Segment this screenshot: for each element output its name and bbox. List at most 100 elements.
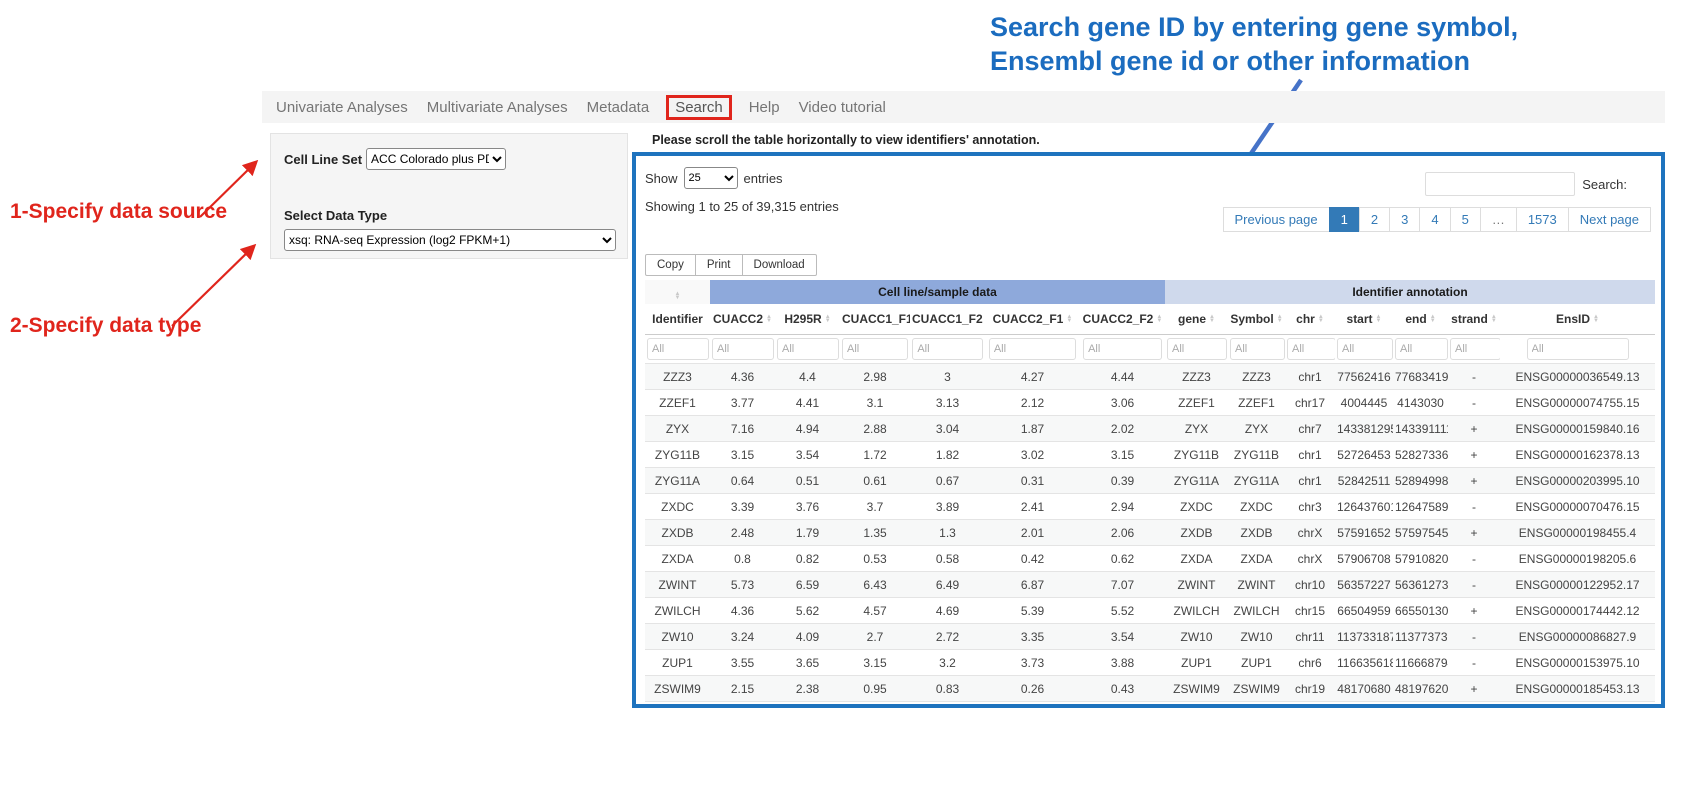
- col-header-start[interactable]: start▲▼: [1335, 304, 1393, 335]
- filter-input-ensid[interactable]: [1527, 338, 1629, 360]
- filter-input-symbol[interactable]: [1230, 338, 1285, 360]
- cell-ensid: ENSG00000036549.13: [1500, 364, 1655, 390]
- page-button-3[interactable]: 3: [1389, 207, 1420, 232]
- page-button-1573[interactable]: 1573: [1516, 207, 1569, 232]
- col-header-gene[interactable]: gene▲▼: [1165, 304, 1228, 335]
- col-header-end[interactable]: end▲▼: [1393, 304, 1448, 335]
- cell-h295r: 0.82: [775, 546, 840, 572]
- filter-input-cuacc2-f1[interactable]: [989, 338, 1076, 360]
- download-button[interactable]: Download: [742, 254, 817, 276]
- cell-end: 52894998: [1393, 468, 1448, 494]
- sort-icon[interactable]: ▲▼: [1430, 315, 1436, 323]
- filter-cell-strand: [1448, 335, 1500, 364]
- nav-item-search[interactable]: Search: [666, 95, 732, 120]
- nav-item-multivariate-analyses[interactable]: Multivariate Analyses: [425, 97, 570, 118]
- filter-input-cuacc1-f2[interactable]: [912, 338, 982, 360]
- sort-icon[interactable]: ▲▼: [825, 315, 831, 323]
- col-header-strand[interactable]: strand▲▼: [1448, 304, 1500, 335]
- cell-cuacc2: 3.15: [710, 442, 775, 468]
- cell-chr: chr11: [1285, 624, 1335, 650]
- cell-cuacc2-f2: 4.44: [1080, 364, 1165, 390]
- cell-cuacc2-f1: 3.35: [985, 624, 1080, 650]
- sort-icon[interactable]: ▲▼: [1209, 315, 1215, 323]
- sort-icon[interactable]: ▲▼: [1318, 315, 1324, 323]
- filter-input-start[interactable]: [1337, 338, 1393, 360]
- cell-end: 126475891: [1393, 494, 1448, 520]
- filter-input-strand[interactable]: [1450, 338, 1500, 360]
- filter-cell-ensid: [1500, 335, 1655, 364]
- cell-symbol: ZYG11A: [1228, 468, 1285, 494]
- filter-input-chr[interactable]: [1287, 338, 1335, 360]
- page-button-2[interactable]: 2: [1359, 207, 1390, 232]
- print-button[interactable]: Print: [695, 254, 743, 276]
- sort-icon[interactable]: ▲▼: [1277, 315, 1283, 323]
- previous-page-button[interactable]: Previous page: [1223, 207, 1330, 232]
- sort-icon[interactable]: ▲▼: [1066, 315, 1072, 323]
- col-header-inner: CUACC2_F1▲▼: [993, 312, 1073, 326]
- filter-input-gene[interactable]: [1167, 338, 1227, 360]
- cell-cuacc2-f2: 0.43: [1080, 676, 1165, 702]
- col-header-cuacc1-f1[interactable]: CUACC1_F1▲▼: [840, 304, 910, 335]
- next-page-button[interactable]: Next page: [1568, 207, 1651, 232]
- col-header-cuacc1-f2[interactable]: CUACC1_F2▲▼: [910, 304, 985, 335]
- cell-strand: +: [1448, 520, 1500, 546]
- nav-item-univariate-analyses[interactable]: Univariate Analyses: [274, 97, 410, 118]
- data-type-select[interactable]: xsq: RNA-seq Expression (log2 FPKM+1): [284, 229, 616, 251]
- cell-strand: -: [1448, 572, 1500, 598]
- filter-input-identifier[interactable]: [647, 338, 709, 360]
- cell-cuacc1-f1: 0.95: [840, 676, 910, 702]
- page-button-1[interactable]: 1: [1329, 207, 1360, 232]
- col-header-cuacc2[interactable]: CUACC2▲▼: [710, 304, 775, 335]
- col-header-symbol[interactable]: Symbol▲▼: [1228, 304, 1285, 335]
- filter-row: [645, 335, 1655, 364]
- col-header-ensid[interactable]: EnsID▲▼: [1500, 304, 1655, 335]
- page-length-select[interactable]: 25: [684, 167, 738, 189]
- col-header-label: CUACC2_F1: [993, 312, 1064, 326]
- cell-cuacc1-f1: 2.7: [840, 624, 910, 650]
- page-button-5[interactable]: 5: [1450, 207, 1481, 232]
- table-row: ZYG11B3.153.541.721.823.023.15ZYG11BZYG1…: [645, 442, 1655, 468]
- col-header-cuacc2-f2[interactable]: CUACC2_F2▲▼: [1080, 304, 1165, 335]
- filter-input-end[interactable]: [1395, 338, 1448, 360]
- cell-chr: chr6: [1285, 650, 1335, 676]
- cell-cuacc2-f1: 5.39: [985, 598, 1080, 624]
- cell-h295r: 4.94: [775, 416, 840, 442]
- cell-start: 143381295: [1335, 416, 1393, 442]
- col-header-h295r[interactable]: H295R▲▼: [775, 304, 840, 335]
- cell-ensid: ENSG00000074755.15: [1500, 390, 1655, 416]
- col-header-chr[interactable]: chr▲▼: [1285, 304, 1335, 335]
- sort-icon[interactable]: ▲▼: [675, 292, 681, 300]
- cell-identifier: ZUP1: [645, 650, 710, 676]
- cell-chr: chrX: [1285, 520, 1335, 546]
- sort-icon[interactable]: ▲▼: [1593, 315, 1599, 323]
- filter-input-cuacc2-f2[interactable]: [1083, 338, 1162, 360]
- col-header-cuacc2-f1[interactable]: CUACC2_F1▲▼: [985, 304, 1080, 335]
- search-control: Search:: [1425, 172, 1627, 196]
- cell-cuacc1-f2: 3.13: [910, 390, 985, 416]
- filter-input-cuacc2[interactable]: [712, 338, 774, 360]
- cell-h295r: 5.62: [775, 598, 840, 624]
- filter-input-h295r[interactable]: [777, 338, 839, 360]
- cell-line-set-select[interactable]: ACC Colorado plus PDX: [366, 148, 506, 170]
- page-button-4[interactable]: 4: [1419, 207, 1450, 232]
- sort-icon[interactable]: ▲▼: [1156, 315, 1162, 323]
- table-row: ZXDC3.393.763.73.892.412.94ZXDCZXDCchr31…: [645, 494, 1655, 520]
- cell-strand: -: [1448, 624, 1500, 650]
- filter-input-cuacc1-f1[interactable]: [842, 338, 908, 360]
- cell-identifier: ZZZ3: [645, 364, 710, 390]
- search-input[interactable]: [1425, 172, 1575, 196]
- column-header-row: IdentifierCUACC2▲▼H295R▲▼CUACC1_F1▲▼CUAC…: [645, 304, 1655, 335]
- sort-icon[interactable]: ▲▼: [1491, 315, 1497, 323]
- nav-item-help[interactable]: Help: [747, 97, 782, 118]
- copy-button[interactable]: Copy: [645, 254, 696, 276]
- cell-chr: chr7: [1285, 416, 1335, 442]
- cell-end: 57910820: [1393, 546, 1448, 572]
- nav-item-video-tutorial[interactable]: Video tutorial: [797, 97, 888, 118]
- sort-icon[interactable]: ▲▼: [766, 315, 772, 323]
- cell-start: 116635618: [1335, 650, 1393, 676]
- col-header-identifier[interactable]: Identifier: [645, 304, 710, 335]
- sort-icon[interactable]: ▲▼: [1376, 315, 1382, 323]
- cell-cuacc1-f2: 1.3: [910, 520, 985, 546]
- nav-item-metadata[interactable]: Metadata: [585, 97, 652, 118]
- table-row: ZZEF13.774.413.13.132.123.06ZZEF1ZZEF1ch…: [645, 390, 1655, 416]
